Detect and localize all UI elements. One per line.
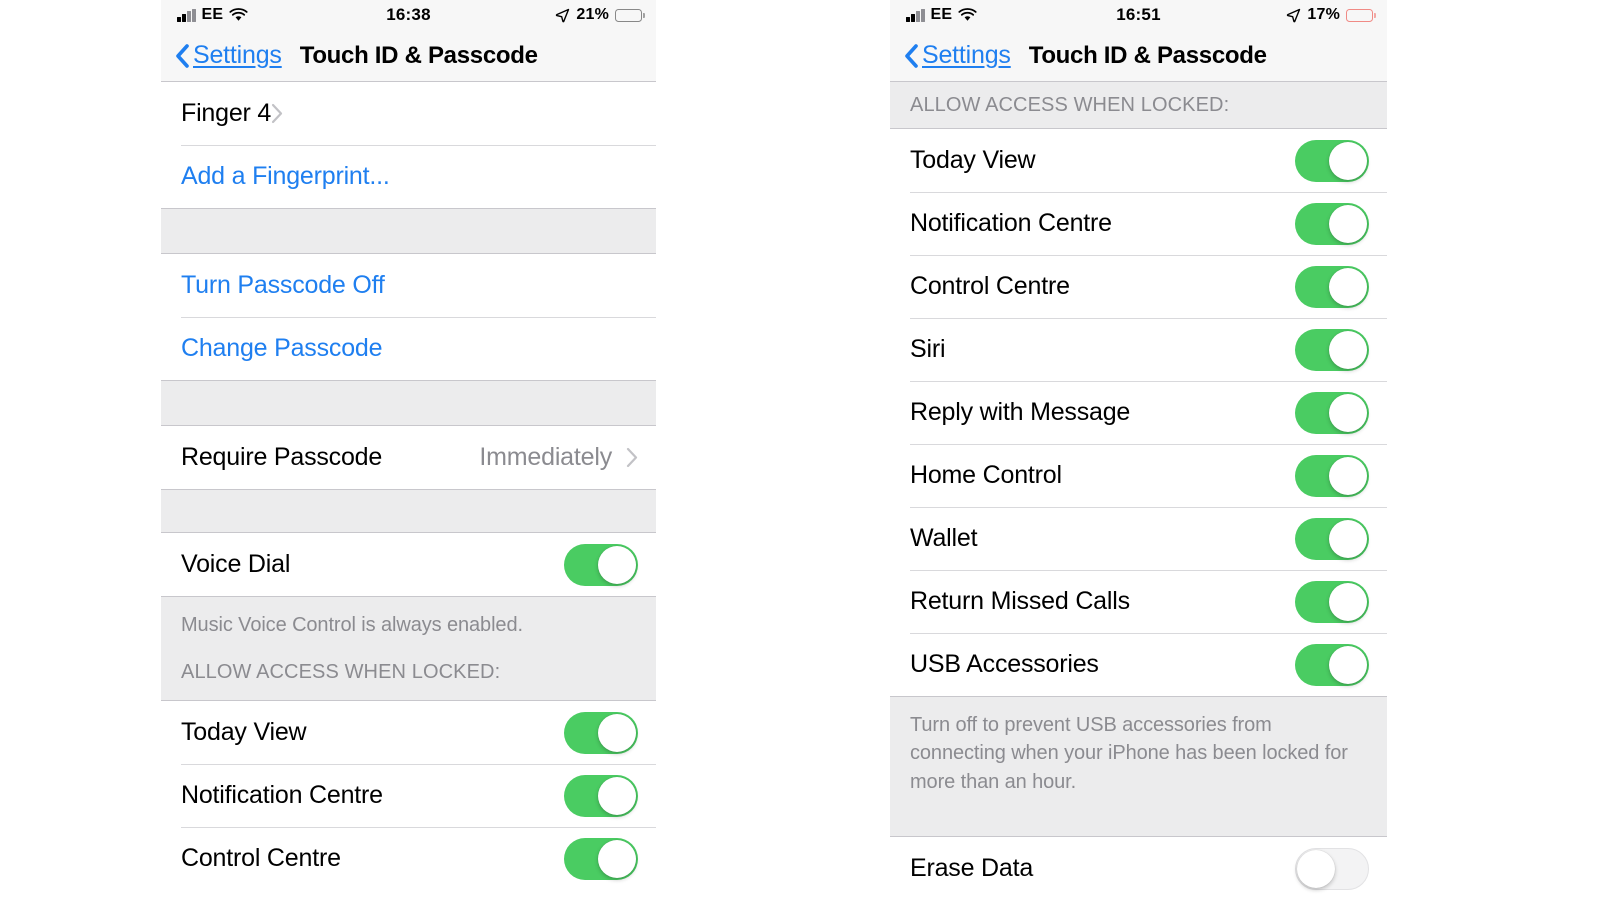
footer-usb-accessories: Turn off to prevent USB accessories from…: [890, 696, 1387, 838]
row-label: Return Missed Calls: [910, 587, 1130, 615]
page-title-right: Touch ID & Passcode: [1028, 41, 1267, 69]
status-bar-left: EE 16:38 21%: [161, 0, 656, 30]
chevron-right-icon: [271, 103, 283, 124]
row-control-centre[interactable]: Control Centre: [890, 255, 1387, 318]
toggle-return-missed-calls[interactable]: [1295, 580, 1369, 623]
back-button-label: Settings: [193, 41, 282, 69]
settings-list-left: Finger 4 Add a Fingerprint... Turn Passc…: [161, 82, 656, 891]
row-label: Erase Data: [910, 854, 1034, 883]
back-button-label: Settings: [922, 41, 1011, 69]
cellular-signal-icon: [177, 8, 196, 22]
row-siri[interactable]: Siri: [890, 318, 1387, 381]
iphone-screenshot-right: EE 16:51 17% Settings Touch ID & Passcod…: [890, 0, 1387, 900]
chevron-left-icon: [175, 43, 189, 68]
row-wallet[interactable]: Wallet: [890, 507, 1387, 570]
navigation-bar-right: Settings Touch ID & Passcode: [890, 30, 1387, 82]
group-separator: [161, 208, 656, 254]
row-erase-data[interactable]: Erase Data: [890, 837, 1387, 900]
section-header-allow-access: ALLOW ACCESS WHEN LOCKED:: [181, 661, 501, 684]
row-label: Finger 4: [181, 99, 272, 127]
back-button-left[interactable]: Settings: [175, 41, 282, 70]
row-value: Immediately: [479, 443, 612, 471]
row-label: Notification Centre: [910, 209, 1112, 237]
location-arrow-icon: [1286, 8, 1301, 23]
toggle-control-centre[interactable]: [1295, 265, 1369, 308]
carrier-label: EE: [201, 6, 224, 23]
row-home-control[interactable]: Home Control: [890, 444, 1387, 507]
toggle-notification-centre[interactable]: [564, 774, 638, 817]
toggle-voice-dial[interactable]: [564, 543, 638, 586]
row-label: Voice Dial: [181, 550, 291, 578]
section-header-allow-access: ALLOW ACCESS WHEN LOCKED:: [910, 94, 1230, 116]
row-label: Add a Fingerprint...: [181, 162, 390, 190]
wifi-icon: [229, 8, 248, 22]
screenshot-canvas: EE 16:38 21% Settings Touch ID & Passcod…: [0, 0, 1600, 900]
status-bar-right: EE 16:51 17%: [890, 0, 1387, 30]
footer-text: Turn off to prevent USB accessories from…: [910, 714, 1348, 793]
row-label: Control Centre: [181, 844, 341, 873]
back-button-right[interactable]: Settings: [904, 41, 1011, 70]
row-label: Wallet: [910, 524, 978, 552]
chevron-left-icon: [904, 43, 918, 68]
status-bar-left-cluster: EE: [177, 6, 248, 24]
battery-icon-low: [1346, 8, 1376, 22]
toggle-today-view[interactable]: [564, 711, 638, 754]
footer-voice-control: Music Voice Control is always enabled. A…: [161, 596, 656, 702]
toggle-erase-data[interactable]: [1295, 847, 1369, 890]
iphone-screenshot-left: EE 16:38 21% Settings Touch ID & Passcod…: [161, 0, 656, 900]
row-reply-with-message[interactable]: Reply with Message: [890, 381, 1387, 444]
battery-percent-label: 17%: [1307, 6, 1340, 23]
row-require-passcode[interactable]: Require Passcode Immediately: [161, 426, 656, 489]
row-label: Today View: [910, 146, 1036, 174]
cellular-signal-icon: [906, 8, 925, 22]
toggle-usb-accessories[interactable]: [1295, 643, 1369, 686]
row-voice-dial[interactable]: Voice Dial: [161, 533, 656, 596]
status-bar-left-cluster: EE: [906, 6, 977, 24]
row-label: Home Control: [910, 461, 1062, 489]
page-title-left: Touch ID & Passcode: [299, 41, 538, 69]
row-today-view[interactable]: Today View: [890, 129, 1387, 192]
status-bar-right-cluster: 17%: [1286, 6, 1376, 24]
row-label: Siri: [910, 335, 946, 363]
chevron-right-icon: [612, 447, 638, 468]
toggle-siri[interactable]: [1295, 328, 1369, 371]
row-change-passcode[interactable]: Change Passcode: [161, 317, 656, 380]
row-label: Require Passcode: [181, 443, 383, 471]
toggle-reply-with-message[interactable]: [1295, 391, 1369, 434]
settings-list-right: ALLOW ACCESS WHEN LOCKED: Today View Not…: [890, 82, 1387, 900]
row-return-missed-calls[interactable]: Return Missed Calls: [890, 570, 1387, 633]
location-arrow-icon: [555, 8, 570, 23]
row-label: Today View: [181, 718, 307, 747]
row-label: Turn Passcode Off: [181, 271, 385, 299]
row-label: Control Centre: [910, 272, 1070, 300]
group-separator: [161, 380, 656, 426]
group-separator: [161, 489, 656, 533]
wifi-icon: [958, 8, 977, 22]
row-today-view[interactable]: Today View: [161, 701, 656, 765]
toggle-wallet[interactable]: [1295, 517, 1369, 560]
section-header-block: ALLOW ACCESS WHEN LOCKED:: [890, 82, 1387, 129]
row-label: Reply with Message: [910, 398, 1131, 426]
toggle-home-control[interactable]: [1295, 454, 1369, 497]
navigation-bar-left: Settings Touch ID & Passcode: [161, 30, 656, 82]
toggle-today-view[interactable]: [1295, 139, 1369, 182]
status-bar-right-cluster: 21%: [555, 6, 645, 24]
battery-icon: [615, 8, 645, 22]
row-label: Notification Centre: [181, 781, 383, 810]
carrier-label: EE: [930, 6, 953, 23]
row-finger-4[interactable]: Finger 4: [161, 82, 656, 145]
row-usb-accessories[interactable]: USB Accessories: [890, 633, 1387, 696]
battery-percent-label: 21%: [576, 6, 609, 23]
row-notification-centre[interactable]: Notification Centre: [161, 764, 656, 828]
row-notification-centre[interactable]: Notification Centre: [890, 192, 1387, 255]
row-label: Change Passcode: [181, 334, 383, 362]
footer-text: Music Voice Control is always enabled.: [181, 614, 523, 636]
row-label: USB Accessories: [910, 650, 1099, 678]
toggle-notification-centre[interactable]: [1295, 202, 1369, 245]
row-control-centre[interactable]: Control Centre: [161, 827, 656, 891]
row-turn-passcode-off[interactable]: Turn Passcode Off: [161, 254, 656, 317]
row-add-a-fingerprint[interactable]: Add a Fingerprint...: [161, 145, 656, 208]
toggle-control-centre[interactable]: [564, 837, 638, 880]
